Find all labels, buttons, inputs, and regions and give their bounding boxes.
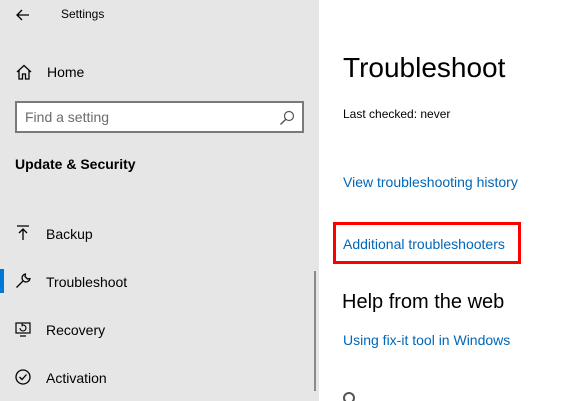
sidebar-item-label: Home: [47, 64, 85, 80]
help-heading: Help from the web: [342, 291, 505, 313]
fix-it-tool-link[interactable]: Using fix-it tool in Windows: [343, 332, 510, 348]
sidebar-item-home[interactable]: Home: [0, 56, 319, 88]
sidebar-scrollbar[interactable]: [314, 271, 316, 391]
main-content: Troubleshoot Last checked: never View tr…: [319, 0, 564, 401]
back-arrow-icon: [16, 9, 29, 21]
sidebar-item-troubleshoot[interactable]: Troubleshoot: [0, 261, 314, 301]
view-history-link[interactable]: View troubleshooting history: [343, 174, 518, 190]
sidebar-item-label: Activation: [46, 370, 107, 386]
activation-check-icon: [15, 369, 31, 385]
page-title: Troubleshoot: [343, 52, 506, 83]
home-icon: [16, 64, 32, 80]
last-checked-text: Last checked: never: [343, 107, 451, 121]
sidebar-item-recovery[interactable]: Recovery: [0, 309, 314, 349]
sidebar-item-backup[interactable]: Backup: [0, 213, 314, 253]
sidebar-item-label: Recovery: [46, 322, 106, 338]
window-title: Settings: [61, 7, 105, 21]
section-title: Update & Security: [15, 156, 136, 172]
additional-troubleshooters-link[interactable]: Additional troubleshooters: [343, 236, 505, 252]
sidebar-item-activation[interactable]: Activation: [0, 357, 314, 397]
help-icon: [343, 392, 355, 401]
sidebar-item-label: Troubleshoot: [46, 274, 128, 290]
selected-indicator: [0, 269, 4, 293]
settings-window: Settings Home Update & Security Backup: [0, 0, 564, 401]
sidebar: Settings Home Update & Security Backup: [0, 0, 319, 401]
back-button[interactable]: [8, 0, 38, 30]
sidebar-item-label: Backup: [46, 226, 93, 242]
backup-arrow-icon: [17, 225, 29, 240]
recovery-icon: [15, 322, 31, 337]
search-box[interactable]: [15, 101, 304, 133]
search-icon[interactable]: [279, 110, 295, 126]
search-input[interactable]: [25, 108, 275, 126]
wrench-icon: [16, 273, 31, 288]
